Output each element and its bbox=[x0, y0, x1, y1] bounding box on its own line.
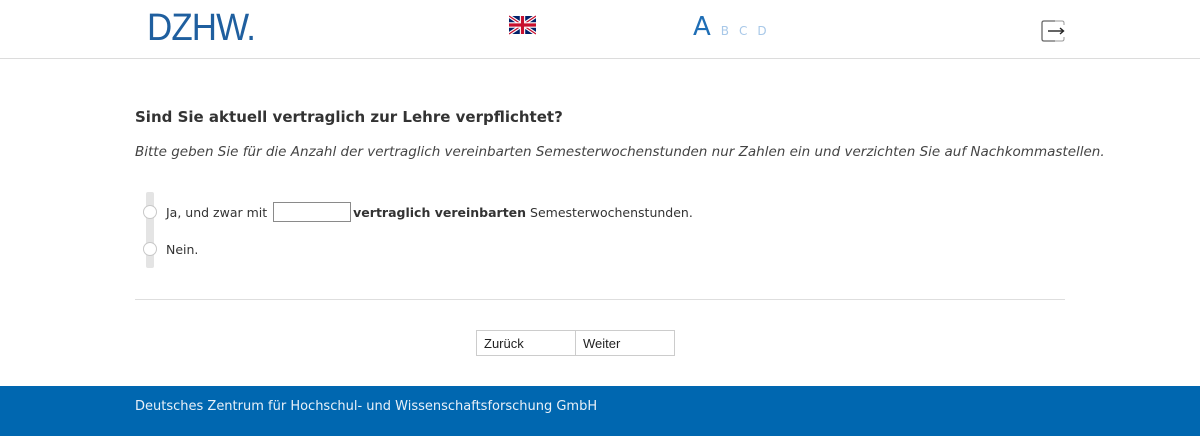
header: DZHW. ABCD bbox=[0, 0, 1200, 59]
question-title: Sind Sie aktuell vertraglich zur Lehre v… bbox=[135, 108, 563, 126]
option-no: Nein. bbox=[143, 238, 198, 260]
font-size-b[interactable]: B bbox=[721, 24, 729, 38]
option-yes: Ja, und zwar mit vertraglich vereinbarte… bbox=[143, 201, 693, 223]
divider bbox=[135, 299, 1065, 300]
exit-icon[interactable] bbox=[1041, 20, 1065, 42]
footer-text: Deutsches Zentrum für Hochschul- und Wis… bbox=[135, 399, 598, 414]
navigation-buttons: Zurück Weiter bbox=[476, 330, 675, 356]
option-yes-prefix: Ja, und zwar mit bbox=[166, 204, 268, 220]
font-size-selector: ABCD bbox=[693, 12, 777, 42]
dzhw-logo[interactable]: DZHW. bbox=[147, 7, 256, 49]
font-size-c[interactable]: C bbox=[739, 24, 747, 38]
radio-yes[interactable] bbox=[143, 205, 157, 219]
footer: Deutsches Zentrum für Hochschul- und Wis… bbox=[0, 386, 1200, 436]
font-size-a[interactable]: A bbox=[693, 12, 711, 42]
question-instruction: Bitte geben Sie für die Anzahl der vertr… bbox=[135, 144, 1105, 160]
option-yes-suffix: Semesterwochenstunden. bbox=[526, 204, 693, 220]
uk-flag-icon[interactable] bbox=[509, 15, 536, 35]
logo-text: DZHW bbox=[147, 7, 247, 49]
logo-dot: . bbox=[246, 7, 256, 49]
back-button[interactable]: Zurück bbox=[476, 330, 576, 356]
option-yes-bold: vertraglich vereinbarten bbox=[353, 204, 527, 220]
font-size-d[interactable]: D bbox=[757, 24, 766, 38]
radio-no[interactable] bbox=[143, 242, 157, 256]
option-no-label: Nein. bbox=[166, 241, 199, 257]
next-button[interactable]: Weiter bbox=[575, 330, 675, 356]
hours-input[interactable] bbox=[273, 202, 352, 222]
